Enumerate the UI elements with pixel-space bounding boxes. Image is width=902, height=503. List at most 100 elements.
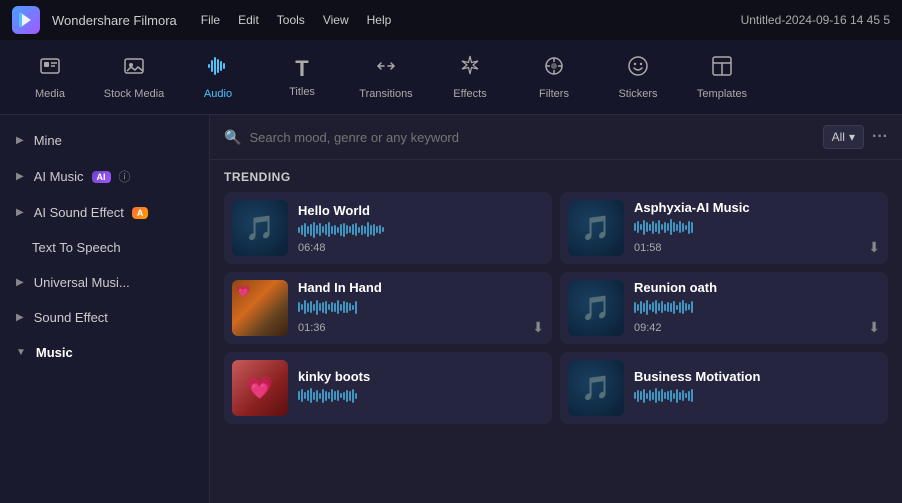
- sidebar-item-ai-music[interactable]: ▶ AI Music AI ⓘ: [0, 158, 209, 195]
- music-note-icon: 🎵: [581, 214, 611, 243]
- chevron-down-icon: ▼: [16, 347, 26, 358]
- chevron-down-icon: ▾: [849, 130, 855, 144]
- titles-label: Titles: [289, 86, 315, 98]
- effects-icon: [458, 54, 482, 84]
- download-icon[interactable]: ⬇: [868, 239, 880, 256]
- track-item[interactable]: 🎵 Reunion oath 09:42 ⬇: [560, 272, 888, 344]
- heart-icon: 💗: [246, 375, 273, 401]
- tool-transitions[interactable]: Transitions: [346, 45, 426, 110]
- tracks-grid: 🎵 Hello World 06:48 🎵 Asphyxia-AI Music: [210, 192, 902, 432]
- sidebar-music-label: Music: [36, 345, 73, 360]
- chevron-right-icon: ▶: [16, 277, 24, 288]
- chevron-right-icon: ▶: [16, 171, 24, 182]
- track-item[interactable]: 🎵 Business Motivation: [560, 352, 888, 424]
- sidebar-item-mine[interactable]: ▶ Mine: [0, 123, 209, 158]
- tool-stock-media[interactable]: Stock Media: [94, 45, 174, 110]
- track-thumbnail: 💗: [232, 360, 288, 416]
- track-duration: 06:48: [298, 242, 544, 254]
- track-thumbnail: 🎵: [232, 200, 288, 256]
- track-waveform: [634, 218, 880, 236]
- music-note-icon: 🎵: [581, 374, 611, 403]
- menu-tools[interactable]: Tools: [277, 13, 305, 27]
- track-waveform: [298, 387, 544, 405]
- track-title: kinky boots: [298, 369, 544, 384]
- sidebar-tts-label: Text To Speech: [32, 240, 121, 255]
- track-info: Business Motivation: [634, 369, 880, 408]
- sidebar-item-ai-sound-effect[interactable]: ▶ AI Sound Effect A: [0, 195, 209, 230]
- tool-media[interactable]: Media: [10, 45, 90, 110]
- tool-templates[interactable]: Templates: [682, 45, 762, 110]
- tool-titles[interactable]: T Titles: [262, 45, 342, 110]
- more-options-button[interactable]: ···: [872, 128, 888, 146]
- track-duration: 01:36: [298, 322, 326, 334]
- sidebar-item-music[interactable]: ▼ Music: [0, 335, 209, 370]
- chevron-right-icon: ▶: [16, 312, 24, 323]
- download-icon[interactable]: ⬇: [532, 319, 544, 336]
- sidebar: ▶ Mine ▶ AI Music AI ⓘ ▶ AI Sound Effect…: [0, 115, 210, 503]
- title-bar-left: Wondershare Filmora Media File Edit Tool…: [12, 6, 391, 34]
- track-waveform: [298, 221, 544, 239]
- search-bar: 🔍 All ▾ ···: [210, 115, 902, 160]
- download-icon[interactable]: ⬇: [868, 319, 880, 336]
- track-info: kinky boots: [298, 369, 544, 408]
- menu-file[interactable]: File: [201, 13, 220, 27]
- ai-badge: AI: [92, 171, 111, 183]
- track-thumbnail: 🎵: [568, 200, 624, 256]
- track-title: Hand In Hand: [298, 280, 544, 295]
- sidebar-item-universal-music[interactable]: ▶ Universal Musi...: [0, 265, 209, 300]
- track-duration: 09:42: [634, 322, 662, 334]
- sidebar-universal-label: Universal Musi...: [34, 275, 130, 290]
- main-area: ▶ Mine ▶ AI Music AI ⓘ ▶ AI Sound Effect…: [0, 115, 902, 503]
- sidebar-item-text-to-speech[interactable]: Text To Speech: [0, 230, 209, 265]
- tool-effects[interactable]: Effects: [430, 45, 510, 110]
- music-note-icon: 🎵: [245, 214, 275, 243]
- sidebar-sound-effect-label: Sound Effect: [34, 310, 108, 325]
- tool-filters[interactable]: Filters: [514, 45, 594, 110]
- menu-view[interactable]: View: [323, 13, 349, 27]
- search-icon: 🔍: [224, 129, 241, 146]
- track-info: Hello World 06:48: [298, 203, 544, 254]
- track-item[interactable]: 🎵 Asphyxia-AI Music 01:58 ⬇: [560, 192, 888, 264]
- app-name: Wondershare Filmora: [52, 13, 177, 28]
- track-waveform: [298, 298, 544, 316]
- track-title: Business Motivation: [634, 369, 880, 384]
- transitions-label: Transitions: [359, 88, 412, 100]
- menu-help[interactable]: Help: [367, 13, 392, 27]
- sidebar-ai-music-label: AI Music: [34, 169, 84, 184]
- audio-icon: [206, 54, 230, 84]
- track-duration: 01:58: [634, 242, 662, 254]
- sidebar-ai-sound-label: AI Sound Effect: [34, 205, 124, 220]
- search-input[interactable]: [249, 130, 814, 145]
- titles-icon: T: [295, 56, 308, 82]
- music-note-icon: 🎵: [581, 294, 611, 323]
- info-icon[interactable]: ⓘ: [119, 168, 131, 185]
- track-thumbnail: 🎵: [568, 280, 624, 336]
- track-info: Reunion oath 09:42 ⬇: [634, 280, 880, 336]
- stock-media-label: Stock Media: [104, 88, 165, 100]
- effects-label: Effects: [453, 88, 486, 100]
- transitions-icon: [374, 54, 398, 84]
- media-icon: [38, 54, 62, 84]
- sidebar-mine-label: Mine: [34, 133, 62, 148]
- project-title: Untitled-2024-09-16 14 45 5: [741, 13, 890, 27]
- filters-label: Filters: [539, 88, 569, 100]
- templates-label: Templates: [697, 88, 747, 100]
- track-item[interactable]: 💗 kinky boots: [224, 352, 552, 424]
- track-title: Reunion oath: [634, 280, 880, 295]
- sidebar-item-sound-effect[interactable]: ▶ Sound Effect: [0, 300, 209, 335]
- menu-edit[interactable]: Edit: [238, 13, 259, 27]
- tool-stickers[interactable]: Stickers: [598, 45, 678, 110]
- filter-label: All: [832, 130, 845, 144]
- track-item[interactable]: 🎵 Hello World 06:48: [224, 192, 552, 264]
- track-title: Hello World: [298, 203, 544, 218]
- track-item[interactable]: 💗 Hand In Hand 01:36 ⬇: [224, 272, 552, 344]
- tool-audio[interactable]: Audio: [178, 45, 258, 110]
- media-label: Media: [35, 88, 65, 100]
- search-filter-dropdown[interactable]: All ▾: [823, 125, 864, 149]
- track-thumbnail: 💗: [232, 280, 288, 336]
- templates-icon: [710, 54, 734, 84]
- stickers-icon: [626, 54, 650, 84]
- app-logo: [12, 6, 40, 34]
- track-info: Asphyxia-AI Music 01:58 ⬇: [634, 200, 880, 256]
- track-waveform: [634, 298, 880, 316]
